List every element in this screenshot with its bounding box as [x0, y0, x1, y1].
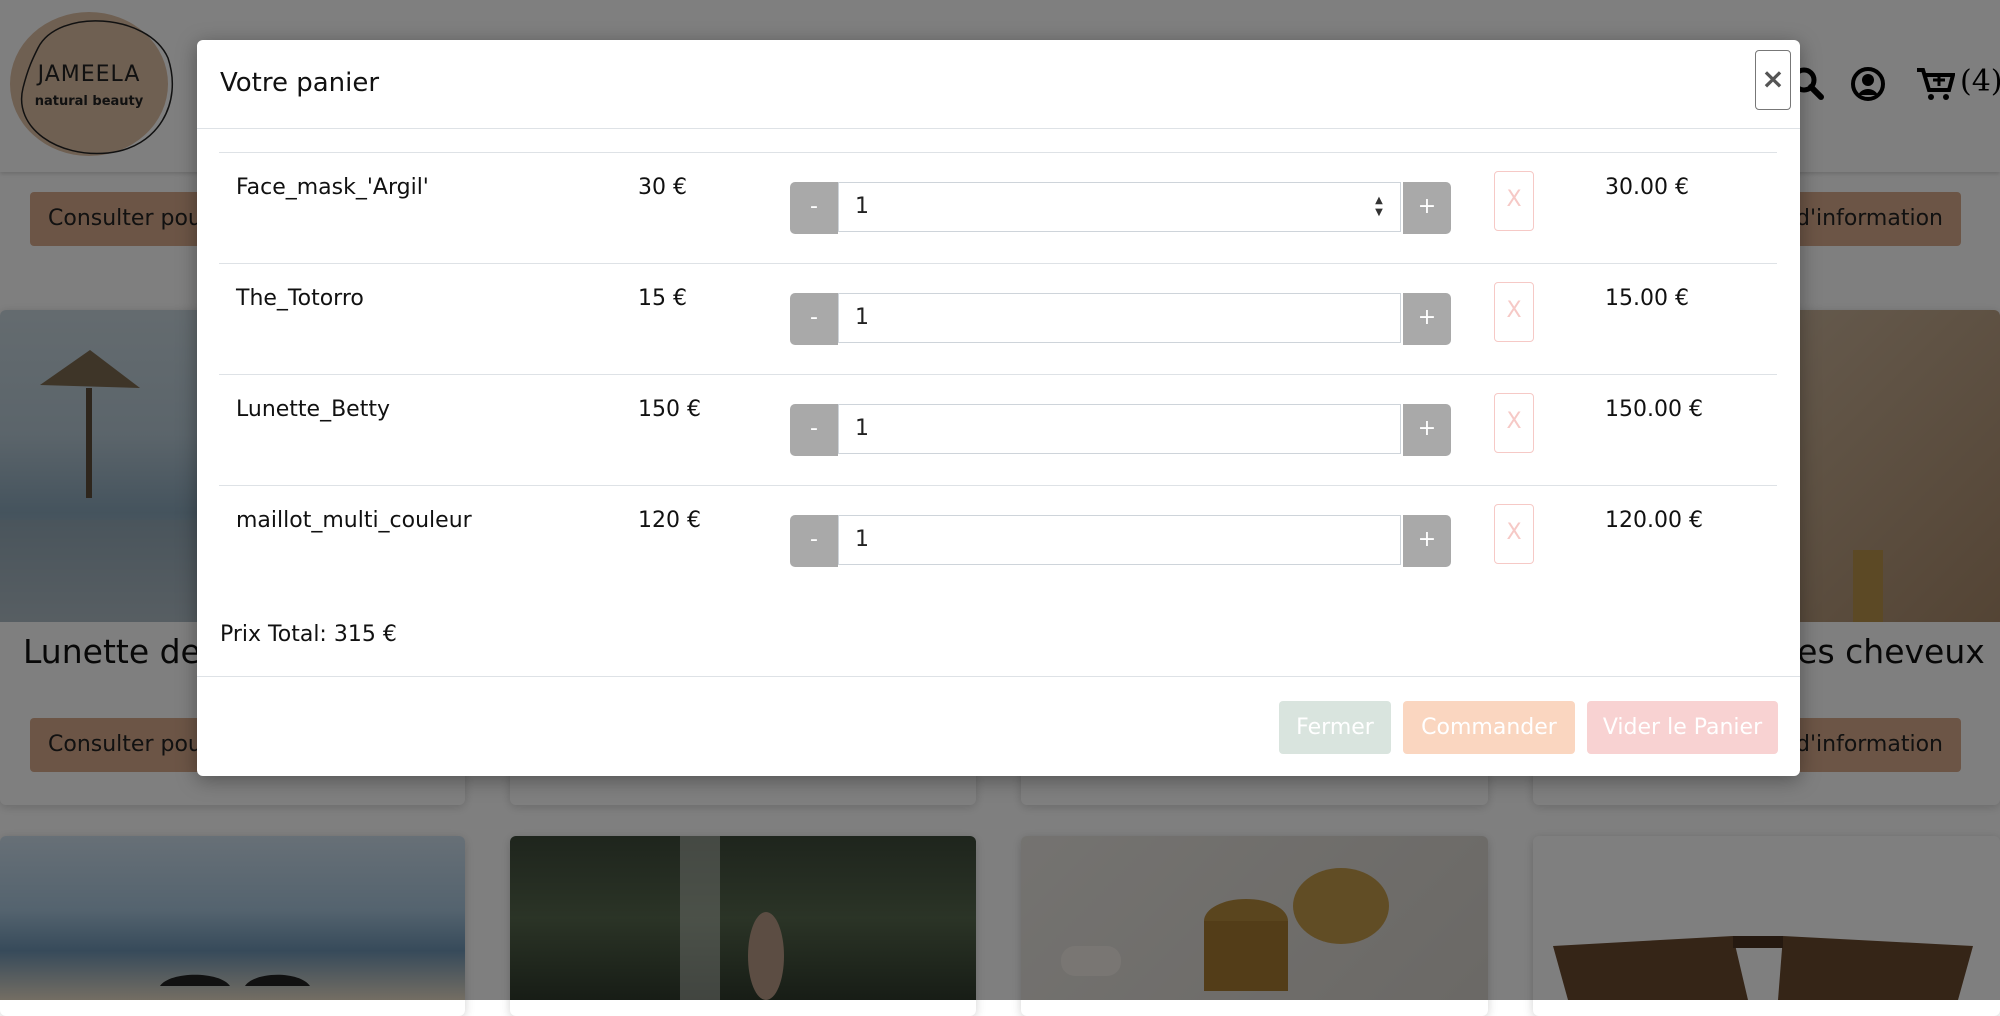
increase-button[interactable]: +	[1403, 293, 1451, 345]
remove-item-button[interactable]: X	[1494, 393, 1534, 453]
increase-button[interactable]: +	[1403, 515, 1451, 567]
quantity-value: 1	[855, 527, 869, 552]
close-button[interactable]: ×	[1755, 50, 1791, 110]
modal-title: Votre panier	[220, 68, 380, 98]
modal-footer: Fermer Commander Vider le Panier	[197, 676, 1800, 776]
item-name: maillot_multi_couleur	[236, 508, 472, 533]
quantity-stepper: - 1 +	[790, 515, 1451, 567]
cart-row: Face_mask_'Argil' 30 € - 1 ▲ ▼ + X 30.00 …	[219, 152, 1777, 264]
item-name: The_Totorro	[236, 286, 364, 311]
cart-modal: Votre panier × Face_mask_'Argil' 30 € - …	[197, 40, 1800, 776]
item-price: 120 €	[638, 508, 701, 533]
remove-item-button[interactable]: X	[1494, 282, 1534, 342]
item-price: 150 €	[638, 397, 701, 422]
item-subtotal: 120.00 €	[1605, 508, 1703, 533]
item-price: 30 €	[638, 175, 687, 200]
quantity-input[interactable]: 1 ▲ ▼	[838, 182, 1401, 232]
quantity-stepper: - 1 +	[790, 404, 1451, 456]
decrease-button[interactable]: -	[790, 404, 838, 456]
decrease-button[interactable]: -	[790, 182, 838, 234]
remove-item-button[interactable]: X	[1494, 504, 1534, 564]
quantity-input[interactable]: 1	[838, 515, 1401, 565]
spinner-arrows-icon[interactable]: ▲ ▼	[1372, 195, 1386, 221]
increase-button[interactable]: +	[1403, 404, 1451, 456]
close-modal-button[interactable]: Fermer	[1279, 701, 1391, 754]
quantity-value: 1	[855, 305, 869, 330]
order-button[interactable]: Commander	[1403, 701, 1575, 754]
modal-header: Votre panier ×	[197, 40, 1800, 129]
increase-button[interactable]: +	[1403, 182, 1451, 234]
cart-row: The_Totorro 15 € - 1 + X 15.00 €	[219, 263, 1777, 375]
quantity-input[interactable]: 1	[838, 293, 1401, 343]
remove-item-button[interactable]: X	[1494, 171, 1534, 231]
quantity-value: 1	[855, 194, 869, 219]
item-price: 15 €	[638, 286, 687, 311]
item-subtotal: 30.00 €	[1605, 175, 1689, 200]
cart-row: maillot_multi_couleur 120 € - 1 + X 120.…	[219, 485, 1777, 597]
decrease-button[interactable]: -	[790, 293, 838, 345]
total-price: Prix Total: 315 €	[220, 622, 397, 647]
quantity-value: 1	[855, 416, 869, 441]
item-subtotal: 15.00 €	[1605, 286, 1689, 311]
quantity-stepper: - 1 ▲ ▼ +	[790, 182, 1451, 234]
quantity-stepper: - 1 +	[790, 293, 1451, 345]
item-name: Face_mask_'Argil'	[236, 175, 429, 200]
empty-cart-button[interactable]: Vider le Panier	[1587, 701, 1778, 754]
item-name: Lunette_Betty	[236, 397, 390, 422]
item-subtotal: 150.00 €	[1605, 397, 1703, 422]
quantity-input[interactable]: 1	[838, 404, 1401, 454]
cart-row: Lunette_Betty 150 € - 1 + X 150.00 €	[219, 374, 1777, 486]
decrease-button[interactable]: -	[790, 515, 838, 567]
